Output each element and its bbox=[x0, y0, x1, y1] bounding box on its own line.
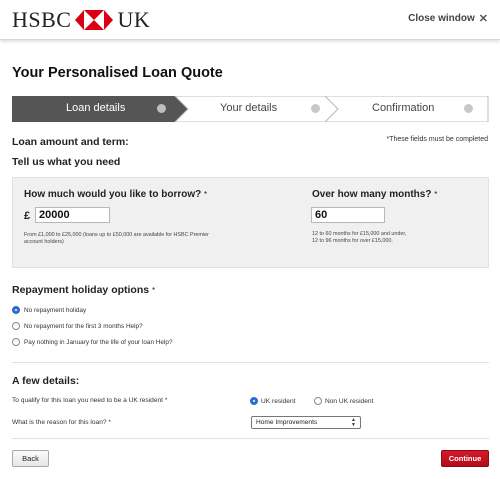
radio-unselected-icon[interactable] bbox=[12, 338, 20, 346]
step-indicator-dot bbox=[464, 104, 473, 113]
radio-unselected-icon[interactable] bbox=[12, 322, 20, 330]
radio-label: UK resident bbox=[261, 397, 296, 405]
loan-amount-panel: How much would you like to borrow? * £ F… bbox=[12, 177, 489, 268]
step-confirmation: Confirmation bbox=[372, 102, 435, 114]
close-window-label: Close window bbox=[408, 13, 475, 24]
radio-label: No repayment for the first 3 months Help… bbox=[24, 322, 143, 330]
x-icon: ✕ bbox=[478, 13, 488, 25]
residency-question: To qualify for this loan you need to be … bbox=[12, 397, 168, 404]
back-button[interactable]: Back bbox=[12, 450, 49, 467]
radio-label: No repayment holiday bbox=[24, 306, 87, 314]
radio-label: Non UK resident bbox=[325, 397, 374, 405]
step-loan-details: Loan details bbox=[66, 102, 126, 114]
borrow-amount-input[interactable] bbox=[35, 207, 110, 223]
progress-steps: Loan details Your details Confirmation bbox=[12, 96, 489, 122]
loan-reason-selected-value: Home Improvements bbox=[256, 419, 318, 426]
continue-button[interactable]: Continue bbox=[441, 450, 489, 467]
step-your-details: Your details bbox=[220, 102, 278, 114]
radio-non-uk-resident[interactable]: Non UK resident bbox=[314, 397, 373, 405]
hexagon-logo-icon bbox=[75, 10, 114, 30]
borrow-amount-label: How much would you like to borrow? * bbox=[24, 189, 207, 200]
months-help-line-2: 12 to 96 months for over £15,000. bbox=[312, 238, 393, 244]
radio-no-repayment-holiday[interactable]: No repayment holiday bbox=[12, 306, 86, 314]
loan-amount-heading: Loan amount and term: bbox=[12, 136, 129, 148]
radio-selected-icon[interactable] bbox=[12, 306, 20, 314]
repayment-holiday-heading-text: Repayment holiday options bbox=[12, 284, 150, 296]
brand-country: UK bbox=[117, 7, 151, 32]
radio-selected-icon[interactable] bbox=[250, 397, 258, 405]
months-label-text: Over how many months? bbox=[312, 189, 432, 200]
radio-unselected-icon[interactable] bbox=[314, 397, 322, 405]
radio-label: Pay nothing in January for the life of y… bbox=[24, 338, 173, 346]
app-header: HSBC UK Close window ✕ bbox=[0, 0, 500, 40]
close-window-button[interactable]: Close window ✕ bbox=[408, 12, 488, 25]
loan-reason-select[interactable]: Home Improvements ▲ ▼ bbox=[251, 416, 361, 429]
tell-us-heading: Tell us what you need bbox=[12, 156, 121, 168]
section-divider bbox=[12, 438, 489, 439]
page-title: Your Personalised Loan Quote bbox=[12, 65, 223, 81]
required-fields-note: *These fields must be completed bbox=[386, 136, 488, 143]
months-input[interactable] bbox=[311, 207, 385, 223]
currency-symbol: £ bbox=[24, 210, 31, 222]
months-help-line-1: 12 to 60 months for £15,000 and under, bbox=[312, 231, 407, 237]
radio-no-repayment-3-months[interactable]: No repayment for the first 3 months Help… bbox=[12, 322, 143, 330]
radio-pay-nothing-january[interactable]: Pay nothing in January for the life of y… bbox=[12, 338, 173, 346]
select-arrows-icon: ▲ ▼ bbox=[351, 416, 356, 428]
few-details-heading: A few details: bbox=[12, 375, 80, 387]
radio-uk-resident[interactable]: UK resident bbox=[250, 397, 295, 405]
step-indicator-dot bbox=[157, 104, 166, 113]
section-divider bbox=[12, 362, 489, 363]
loan-reason-question: What is the reason for this loan? * bbox=[12, 419, 111, 426]
required-star: * bbox=[152, 286, 156, 295]
months-label: Over how many months? * bbox=[312, 189, 437, 200]
hsbc-logo[interactable]: HSBC UK bbox=[12, 8, 150, 32]
borrow-amount-help: From £1,000 to £25,000 (loans up to £50,… bbox=[24, 232, 209, 245]
repayment-holiday-heading: Repayment holiday options * bbox=[12, 284, 155, 296]
required-star: * bbox=[434, 190, 438, 199]
required-star: * bbox=[204, 190, 208, 199]
borrow-amount-label-text: How much would you like to borrow? bbox=[24, 189, 202, 200]
step-indicator-dot bbox=[311, 104, 320, 113]
brand-name: HSBC bbox=[12, 7, 72, 32]
